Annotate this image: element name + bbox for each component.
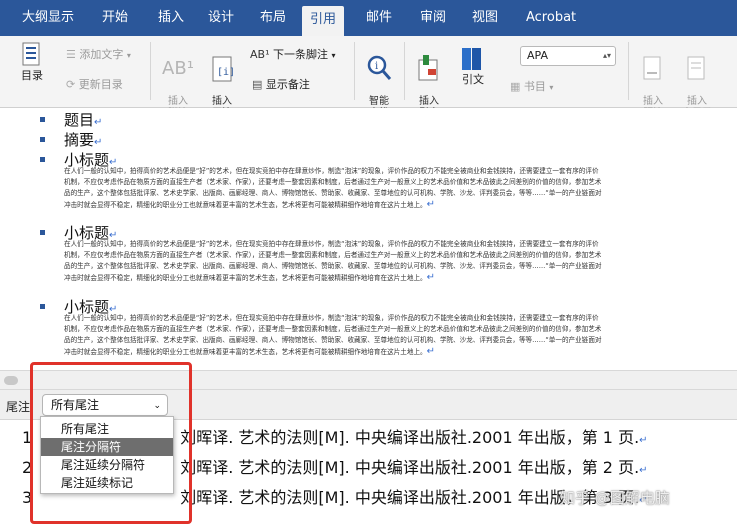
bibliography-label: 书目 [523, 80, 546, 93]
citation-button[interactable]: 引文 [456, 44, 490, 87]
body-paragraph: 在人们一般的认知中，拍得高价的艺术品便是“好”的艺术，但在现实竞拍中存在肆意炒作… [64, 314, 602, 357]
show-notes-label: 显示备注 [265, 78, 310, 91]
watermark: 知乎 @图解电脑 [560, 489, 670, 507]
tab-insert[interactable]: 插入 [150, 0, 192, 36]
add-text-button[interactable]: ☰ 添加文字 ▾ [66, 48, 131, 63]
insert-citation-icon [418, 55, 438, 81]
tab-view[interactable]: 视图 [464, 0, 506, 36]
show-notes-button[interactable]: ▤ 显示备注 [252, 78, 310, 92]
heading-title: 题目↵ [64, 111, 103, 129]
word-window: 大纲显示 开始 插入 设计 布局 引用 邮件 审阅 视图 Acrobat 目录 … [0, 0, 737, 528]
show-notes-icon: ▤ [252, 78, 263, 91]
caption-icon [643, 56, 661, 80]
tab-home[interactable]: 开始 [94, 0, 136, 36]
ribbon-separator [628, 42, 629, 100]
next-footnote-icon: AB¹ [250, 48, 270, 61]
outline-bullet[interactable] [40, 117, 45, 122]
outline-bullet[interactable] [40, 157, 45, 162]
tab-layout[interactable]: 布局 [252, 0, 294, 36]
scrollbar-thumb[interactable] [4, 376, 18, 385]
tab-outline[interactable]: 大纲显示 [14, 0, 82, 36]
tab-mailings[interactable]: 邮件 [358, 0, 400, 36]
toc-icon [22, 42, 40, 66]
next-footnote-label: 下一条脚注 [272, 48, 328, 61]
tab-design[interactable]: 设计 [200, 0, 242, 36]
add-text-label: 添加文字 [79, 48, 124, 61]
outline-bullet[interactable] [40, 137, 45, 142]
toc-button[interactable]: 目录 [12, 42, 52, 83]
outline-bullet[interactable] [40, 304, 45, 309]
heading-abstract: 摘要↵ [64, 131, 103, 149]
table-of-figures-icon [687, 56, 705, 80]
books-icon [462, 48, 481, 70]
bibliography-button[interactable]: ▦ 书目 ▾ [510, 80, 553, 95]
chevron-down-icon: ▾ [549, 83, 554, 92]
chevron-down-icon: ▾ [331, 51, 336, 60]
toc-label: 目录 [21, 69, 43, 82]
ribbon-separator [404, 42, 405, 100]
endnote-icon: [i] [212, 56, 235, 82]
add-text-icon: ☰ [66, 48, 76, 61]
citation-style-value: APA [527, 49, 548, 62]
citation-label: 引文 [462, 73, 484, 86]
footnote-icon: AB¹ [162, 58, 194, 79]
tab-acrobat[interactable]: Acrobat [518, 0, 584, 36]
svg-text:[i]: [i] [217, 67, 235, 78]
refresh-icon: ⟳ [66, 78, 76, 91]
document-page[interactable]: 题目↵ 摘要↵ 小标题↵ 在人们一般的认知中，拍得高价的艺术品便是“好”的艺术，… [0, 108, 737, 370]
endnote-pane-label: 尾注 [6, 400, 31, 414]
tab-review[interactable]: 审阅 [412, 0, 454, 36]
next-footnote-button[interactable]: AB¹ 下一条脚注 ▾ [250, 48, 336, 63]
ribbon: 目录 ☰ 添加文字 ▾ ⟳ 更新目录 AB¹ 插入 脚注 [i] 插入 尾注 A… [0, 36, 737, 119]
tab-references[interactable]: 引用 [302, 6, 345, 36]
body-paragraph: 在人们一般的认知中，拍得高价的艺术品便是“好”的艺术，但在现实竞拍中存在肆意炒作… [64, 240, 602, 283]
svg-text:i: i [375, 61, 378, 72]
body-paragraph: 在人们一般的认知中，拍得高价的艺术品便是“好”的艺术，但在现实竞拍中存在肆意炒作… [64, 167, 602, 210]
update-toc-button[interactable]: ⟳ 更新目录 [66, 78, 123, 92]
outline-bullet[interactable] [40, 230, 45, 235]
citation-style-select[interactable]: APA ▴▾ [520, 46, 616, 66]
bibliography-icon: ▦ [510, 80, 521, 93]
ribbon-separator [150, 42, 151, 100]
smart-lookup-icon: i [367, 55, 392, 80]
chevron-up-down-icon: ▴▾ [602, 51, 611, 60]
highlight-annotation [30, 362, 192, 524]
ribbon-separator [354, 42, 355, 100]
chevron-down-icon: ▾ [126, 51, 131, 60]
ribbon-tab-bar: 大纲显示 开始 插入 设计 布局 引用 邮件 审阅 视图 Acrobat [0, 0, 737, 36]
update-toc-label: 更新目录 [78, 78, 123, 91]
